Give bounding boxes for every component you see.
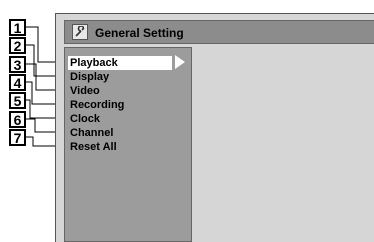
menu-item-video[interactable]: Video bbox=[70, 84, 100, 98]
menu-item-channel[interactable]: Channel bbox=[70, 126, 113, 140]
callout-number-1: 1 bbox=[9, 19, 26, 36]
callout-number-3: 3 bbox=[9, 56, 26, 73]
submenu-arrow-icon bbox=[175, 55, 185, 69]
callout-number-4: 4 bbox=[9, 74, 26, 91]
osd-screen: General Setting Playback Display Video R… bbox=[55, 13, 374, 242]
callout-number-7: 7 bbox=[9, 129, 26, 146]
menu-item-reset-all[interactable]: Reset All bbox=[70, 140, 117, 154]
window-header: General Setting bbox=[64, 20, 374, 44]
callout-number-2: 2 bbox=[9, 37, 26, 54]
callout-number-6: 6 bbox=[9, 111, 26, 128]
menu-item-display[interactable]: Display bbox=[70, 70, 109, 84]
menu-item-recording[interactable]: Recording bbox=[70, 98, 124, 112]
window-title: General Setting bbox=[95, 26, 184, 40]
callout-number-5: 5 bbox=[9, 92, 26, 109]
menu-item-playback[interactable]: Playback bbox=[68, 56, 172, 70]
menu-item-clock[interactable]: Clock bbox=[70, 112, 100, 126]
wrench-icon bbox=[72, 24, 88, 40]
settings-menu: Playback Display Video Recording Clock C… bbox=[64, 47, 192, 242]
